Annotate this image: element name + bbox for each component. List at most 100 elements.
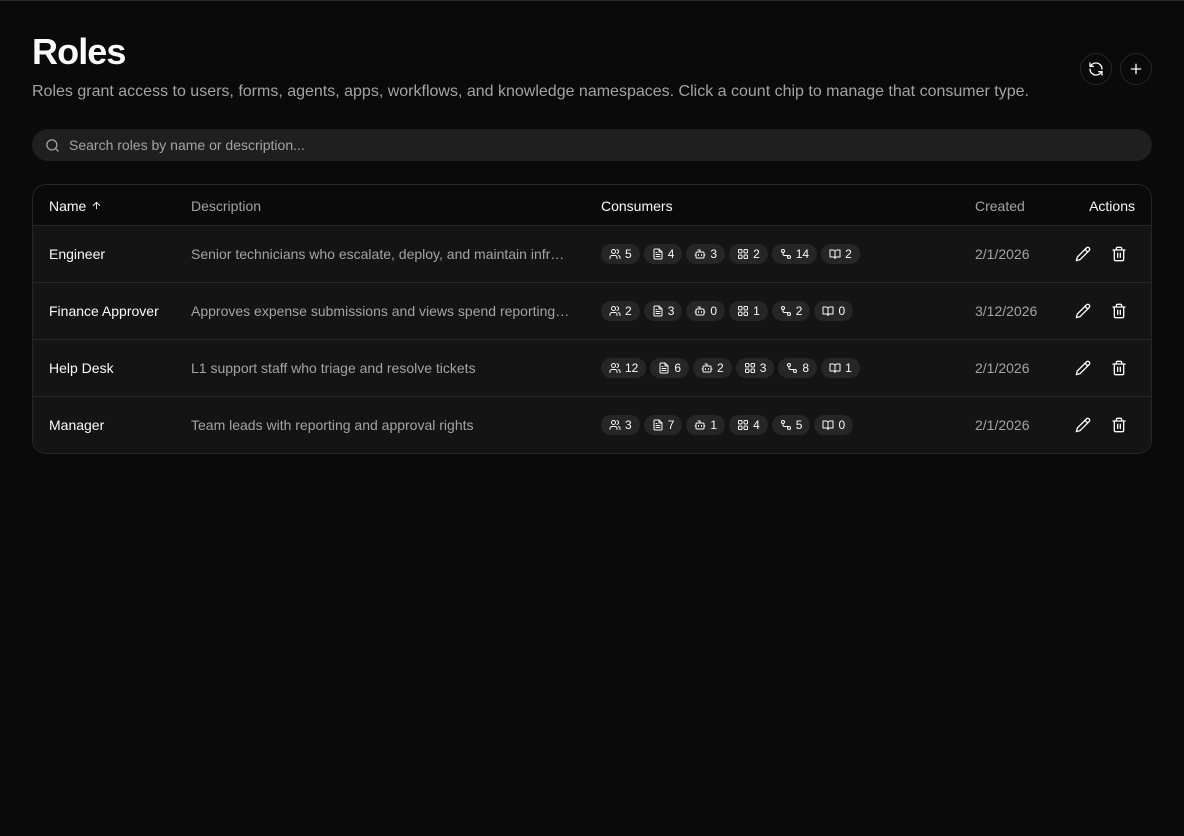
users-icon [609, 306, 621, 316]
plus-icon [1130, 63, 1142, 75]
forms-count: 6 [674, 361, 682, 375]
workflows-count: 14 [795, 247, 810, 261]
sort-ascending-icon [91, 200, 102, 211]
page-header: Roles Roles grant access to users, forms… [32, 32, 1152, 102]
agents-count-chip[interactable]: 0 [686, 301, 726, 321]
consumer-chips: 3 7 1 4 5 0 [601, 397, 854, 453]
refresh-icon [1089, 62, 1103, 76]
table-row[interactable]: Engineer Senior technicians who escalate… [33, 226, 1151, 283]
users-count: 5 [625, 247, 632, 261]
knowledge-count: 0 [838, 304, 846, 318]
top-border [0, 0, 1184, 1]
users-count-chip[interactable]: 2 [601, 301, 640, 321]
description-column-header: Description [191, 197, 262, 214]
role-name: Finance Approver [49, 303, 159, 319]
workflows-count-chip[interactable]: 14 [771, 244, 818, 264]
knowledge-count-chip[interactable]: 0 [814, 415, 854, 435]
pencil-icon [1075, 417, 1091, 433]
users-count-chip[interactable]: 12 [601, 358, 647, 378]
workflows-count-chip[interactable]: 2 [771, 301, 811, 321]
created-date: 2/1/2026 [975, 246, 1030, 262]
workflows-count: 5 [795, 418, 803, 432]
edit-button[interactable] [1073, 415, 1093, 435]
roles-table: Name Description Consumers Created Actio… [32, 184, 1152, 454]
book-open-icon [822, 420, 834, 430]
apps-count-chip[interactable]: 3 [735, 358, 775, 378]
edit-button[interactable] [1073, 358, 1093, 378]
add-role-button[interactable] [1120, 53, 1152, 85]
knowledge-count-chip[interactable]: 0 [814, 301, 854, 321]
agents-count-chip[interactable]: 1 [686, 415, 726, 435]
consumer-chips: 2 3 0 1 2 0 [601, 283, 854, 339]
delete-button[interactable] [1109, 415, 1129, 435]
users-count-chip[interactable]: 3 [601, 415, 640, 435]
apps-grid-icon [738, 249, 749, 259]
forms-count-chip[interactable]: 7 [643, 415, 683, 435]
search-icon [46, 138, 59, 152]
created-date: 2/1/2026 [975, 417, 1030, 433]
agents-count: 2 [717, 361, 724, 375]
apps-count: 1 [753, 304, 760, 318]
workflow-icon [780, 306, 791, 316]
refresh-button[interactable] [1080, 53, 1112, 85]
role-name: Engineer [49, 246, 106, 262]
book-open-icon [829, 249, 841, 259]
forms-count: 3 [667, 304, 675, 318]
apps-grid-icon [738, 306, 749, 316]
knowledge-count: 0 [838, 418, 846, 432]
users-count-chip[interactable]: 5 [601, 244, 640, 264]
workflows-count: 8 [802, 361, 810, 375]
row-actions [1073, 283, 1129, 339]
apps-grid-icon [738, 420, 749, 430]
users-count: 12 [625, 361, 639, 375]
role-description: L1 support staff who triage and resolve … [191, 360, 476, 376]
row-actions [1073, 397, 1129, 453]
forms-count-chip[interactable]: 4 [643, 244, 683, 264]
knowledge-count-chip[interactable]: 2 [821, 244, 860, 264]
book-open-icon [829, 363, 841, 373]
trash-icon [1112, 417, 1126, 433]
form-icon [653, 305, 663, 317]
agents-count-chip[interactable]: 3 [686, 244, 726, 264]
knowledge-count-chip[interactable]: 1 [821, 358, 860, 378]
delete-button[interactable] [1109, 301, 1129, 321]
trash-icon [1112, 246, 1126, 262]
workflow-icon [787, 363, 798, 373]
delete-button[interactable] [1109, 244, 1129, 264]
delete-button[interactable] [1109, 358, 1129, 378]
agents-count-chip[interactable]: 2 [693, 358, 732, 378]
forms-count: 4 [667, 247, 675, 261]
table-header: Name Description Consumers Created Actio… [33, 185, 1151, 226]
edit-button[interactable] [1073, 301, 1093, 321]
users-count: 3 [625, 418, 632, 432]
forms-count-chip[interactable]: 6 [650, 358, 690, 378]
search-input[interactable] [69, 129, 1152, 161]
created-date: 3/12/2026 [975, 303, 1038, 319]
apps-count-chip[interactable]: 4 [729, 415, 768, 435]
users-icon [609, 363, 621, 373]
edit-button[interactable] [1073, 244, 1093, 264]
apps-count-chip[interactable]: 2 [729, 244, 768, 264]
consumer-chips: 5 4 3 2 14 2 [601, 226, 860, 282]
role-description: Senior technicians who escalate, deploy,… [191, 246, 571, 262]
consumer-chips: 12 6 2 3 8 1 [601, 340, 860, 396]
role-description: Approves expense submissions and views s… [191, 303, 571, 319]
forms-count-chip[interactable]: 3 [643, 301, 683, 321]
workflows-count-chip[interactable]: 5 [771, 415, 811, 435]
name-column-header[interactable]: Name [49, 185, 102, 226]
workflows-count-chip[interactable]: 8 [778, 358, 818, 378]
workflow-icon [780, 420, 791, 430]
form-icon [653, 248, 663, 260]
apps-count-chip[interactable]: 1 [729, 301, 768, 321]
table-row[interactable]: Finance Approver Approves expense submis… [33, 283, 1151, 340]
search-bar [32, 129, 1152, 161]
pencil-icon [1075, 303, 1091, 319]
trash-icon [1112, 360, 1126, 376]
row-actions [1073, 226, 1129, 282]
row-actions [1073, 340, 1129, 396]
table-row[interactable]: Help Desk L1 support staff who triage an… [33, 340, 1151, 397]
table-row[interactable]: Manager Team leads with reporting and ap… [33, 397, 1151, 453]
form-icon [653, 419, 663, 431]
users-count: 2 [625, 304, 632, 318]
workflows-count: 2 [795, 304, 803, 318]
